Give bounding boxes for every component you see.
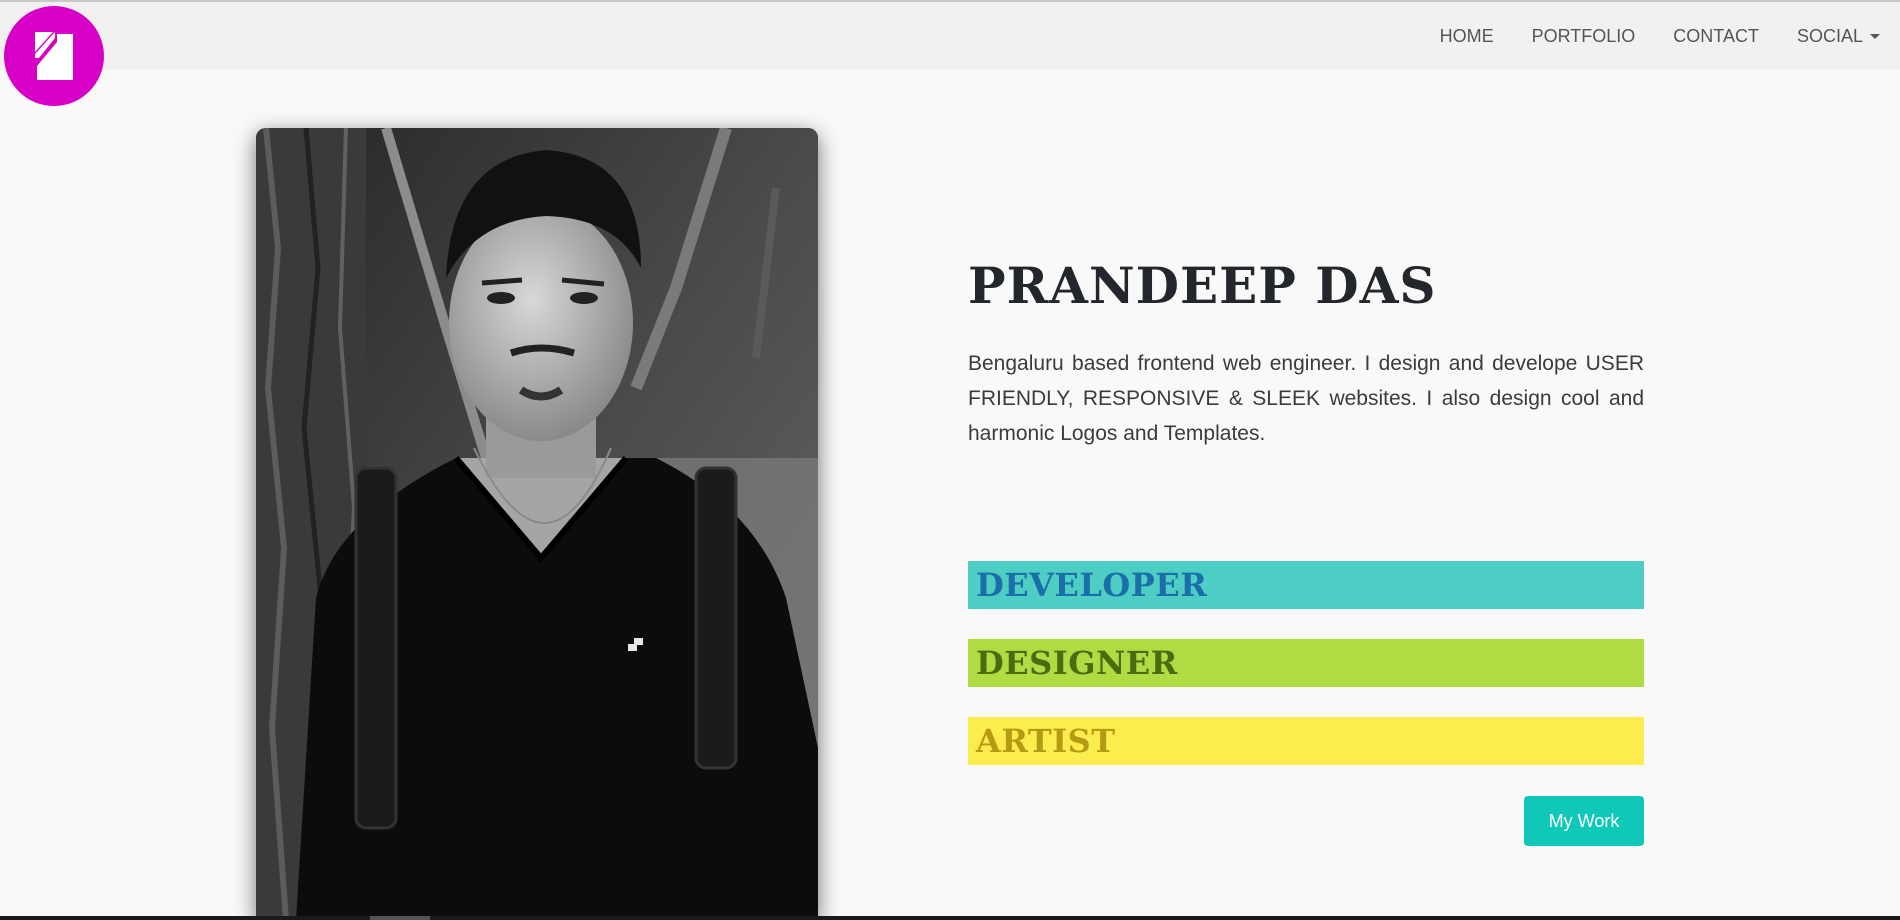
horizontal-scrollbar[interactable] bbox=[0, 916, 1900, 920]
nav-social-dropdown[interactable]: SOCIAL bbox=[1797, 26, 1880, 47]
role-developer-badge: DEVELOPER bbox=[968, 561, 1644, 609]
nav-social-label: SOCIAL bbox=[1796, 25, 1863, 46]
nav-portfolio-link[interactable]: PORTFOLIO bbox=[1532, 26, 1636, 47]
scrollbar-thumb[interactable] bbox=[370, 916, 430, 920]
nav-home-link[interactable]: HOME bbox=[1440, 26, 1494, 47]
my-work-button[interactable]: My Work bbox=[1524, 796, 1644, 846]
nav-contact-link[interactable]: CONTACT bbox=[1673, 26, 1759, 47]
logo-badge[interactable] bbox=[4, 6, 104, 106]
role-artist-badge: ARTIST bbox=[968, 717, 1644, 765]
hero-name: PRANDEEP DAS bbox=[968, 256, 1437, 315]
profile-photo bbox=[256, 128, 818, 920]
nav-links: HOME PORTFOLIO CONTACT SOCIAL bbox=[1402, 2, 1880, 70]
navbar: HOME PORTFOLIO CONTACT SOCIAL bbox=[0, 2, 1900, 70]
caret-down-icon bbox=[1870, 33, 1880, 39]
portrait-illustration bbox=[256, 128, 818, 920]
logo-mark-icon bbox=[35, 32, 73, 80]
hero-bio: Bengaluru based frontend web engineer. I… bbox=[968, 352, 1644, 445]
role-designer-badge: DESIGNER bbox=[968, 639, 1644, 687]
